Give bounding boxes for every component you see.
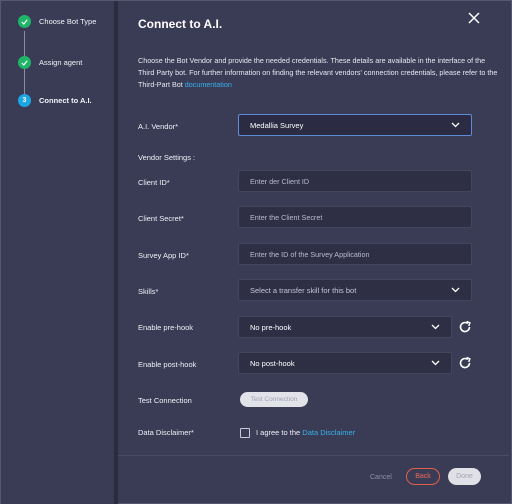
chevron-down-icon — [431, 324, 440, 330]
disclaimer-checkbox[interactable] — [240, 428, 250, 438]
close-icon[interactable] — [468, 11, 482, 25]
test-connection-button[interactable]: Test Connection — [240, 392, 308, 407]
steps-rail: Choose Bot Type Assign agent 3 Connect t… — [1, 1, 114, 504]
prehook-value: No pre-hook — [250, 322, 292, 332]
agree-text: I agree to the Data Disclaimer — [256, 428, 356, 437]
skills-select[interactable]: Select a transfer skill for this bot — [238, 279, 472, 301]
posthook-select[interactable]: No post-hook — [238, 352, 452, 374]
chevron-down-icon — [451, 287, 460, 293]
vendor-settings-label: Vendor Settings : — [138, 153, 196, 162]
refresh-prehook-icon[interactable] — [458, 320, 472, 334]
vendor-select[interactable]: Medallia Survey — [238, 114, 472, 136]
client-secret-field[interactable]: Enter the Client Secret — [238, 206, 472, 228]
data-disclaimer-link[interactable]: Data Disclaimer — [302, 428, 355, 437]
vendor-label: A.I. Vendor* — [138, 122, 179, 131]
cancel-button[interactable]: Cancel — [370, 474, 392, 481]
skills-label: Skills* — [138, 287, 159, 296]
step-number-badge: 3 — [18, 94, 31, 107]
prehook-label: Enable pre-hook — [138, 323, 194, 332]
step-choose-bot-type[interactable]: Choose Bot Type — [18, 15, 96, 28]
chevron-down-icon — [451, 122, 460, 128]
bot-setup-window: Choose Bot Type Assign agent 3 Connect t… — [0, 0, 512, 504]
client-secret-label: Client Secret* — [138, 214, 184, 223]
vendor-value: Medallia Survey — [250, 120, 304, 130]
prehook-select[interactable]: No pre-hook — [238, 316, 452, 338]
step-label: Assign agent — [39, 58, 83, 67]
client-id-field[interactable]: Enter der Client ID — [238, 170, 472, 192]
intro-text: Choose the Bot Vendor and provide the ne… — [138, 56, 498, 89]
back-button[interactable]: Back — [406, 468, 440, 485]
page-title: Connect to A.I. — [138, 17, 223, 31]
check-icon — [18, 56, 31, 69]
chevron-down-icon — [431, 360, 440, 366]
test-connection-label: Test Connection — [138, 396, 192, 405]
posthook-value: No post-hook — [250, 358, 295, 368]
survey-app-id-label: Survey App ID* — [138, 251, 189, 260]
step-label: Choose Bot Type — [39, 17, 97, 26]
connect-ai-panel: Connect to A.I. Choose the Bot Vendor an… — [118, 5, 509, 499]
posthook-label: Enable post-hook — [138, 360, 197, 369]
step-label: Connect to A.I. — [39, 96, 92, 105]
done-button[interactable]: Done — [448, 468, 481, 485]
client-id-label: Client ID* — [138, 178, 170, 187]
check-icon — [18, 15, 31, 28]
disclaimer-label: Data Disclaimer* — [138, 428, 194, 437]
documentation-link[interactable]: documentation — [185, 80, 232, 89]
survey-app-id-field[interactable]: Enter the ID of the Survey Application — [238, 243, 472, 265]
step-connect-ai[interactable]: 3 Connect to A.I. — [18, 94, 92, 107]
skills-placeholder: Select a transfer skill for this bot — [250, 285, 357, 295]
refresh-posthook-icon[interactable] — [458, 356, 472, 370]
step-assign-agent[interactable]: Assign agent — [18, 56, 82, 69]
footer-divider — [118, 455, 509, 456]
